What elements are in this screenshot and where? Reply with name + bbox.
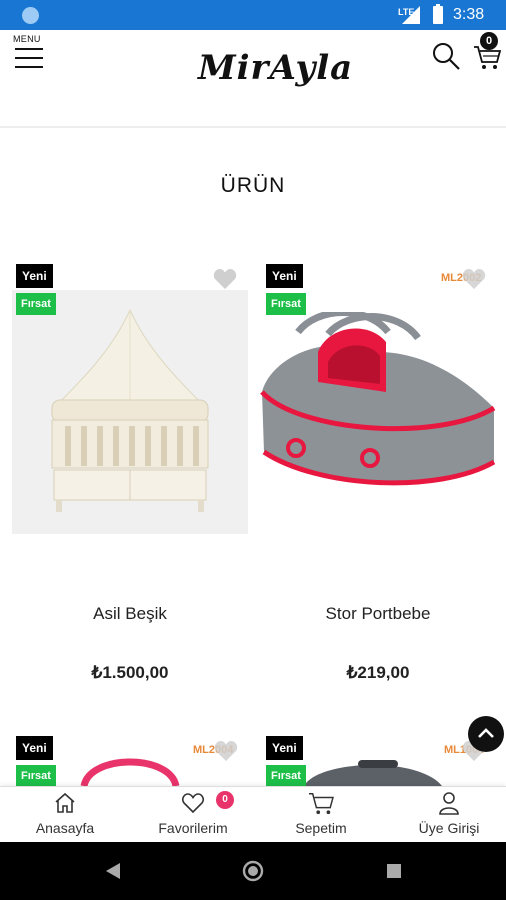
menu-label[interactable]: MENU (13, 34, 41, 44)
user-icon (439, 792, 459, 815)
home-icon (55, 792, 75, 813)
section-title: ÜRÜN (220, 174, 286, 197)
product-price: ₺219,00 (346, 663, 410, 682)
home-button-icon[interactable] (242, 860, 264, 882)
product-card[interactable]: Yeni Fırsat ML1004 (258, 734, 498, 786)
product-name[interactable]: Stor Portbebe (258, 604, 498, 624)
heart-icon[interactable] (213, 268, 237, 290)
nav-home[interactable]: Anasayfa (2, 787, 128, 843)
deal-badge: Fırsat (266, 293, 306, 315)
product-image[interactable] (70, 740, 190, 786)
chevron-up-icon (478, 728, 494, 738)
status-bar: LTE 3:38 (0, 0, 506, 30)
product-image[interactable] (298, 752, 448, 786)
system-navigation-bar (0, 842, 506, 900)
brand-logo[interactable]: MirAyla (198, 48, 353, 88)
nav-home-label: Anasayfa (35, 820, 95, 836)
heart-outline-icon (181, 793, 205, 814)
battery-icon (433, 4, 443, 24)
menu-icon[interactable] (15, 48, 43, 70)
nav-cart-label: Sepetim (295, 820, 347, 836)
new-badge: Yeni (266, 264, 303, 288)
product-image[interactable] (12, 290, 248, 534)
favorites-count-badge: 0 (216, 791, 234, 809)
search-icon[interactable] (432, 42, 460, 70)
new-badge: Yeni (16, 736, 53, 760)
nav-login[interactable]: Üye Girişi (386, 787, 506, 843)
nav-login-label: Üye Girişi (418, 820, 480, 836)
product-card[interactable]: Yeni Fırsat ML2002 Stor Portbebe ₺219,00 (258, 262, 498, 702)
nav-favorites-label: Favorilerim (158, 820, 228, 836)
heart-icon[interactable] (214, 740, 238, 762)
app-header: MENU MirAyla 0 (0, 30, 506, 128)
new-badge: Yeni (16, 264, 53, 288)
notification-icon (22, 7, 39, 24)
scroll-to-top-button[interactable] (468, 716, 504, 752)
crib-image (50, 308, 210, 512)
bottom-navigation: Anasayfa Favorilerim 0 Sepetim Üye Giriş… (0, 786, 506, 842)
recents-icon[interactable] (386, 863, 402, 879)
product-name[interactable]: Asil Beşik (10, 604, 250, 624)
portbebe-image (260, 309, 496, 486)
cart-count-badge: 0 (480, 32, 498, 50)
nav-favorites[interactable]: Favorilerim (130, 787, 256, 843)
back-icon[interactable] (104, 862, 122, 880)
deal-badge: Fırsat (266, 765, 306, 786)
deal-badge: Fırsat (16, 765, 56, 786)
product-price: ₺1.500,00 (91, 663, 169, 682)
product-card[interactable]: Yeni Fırsat Asil Beşik ₺1.500,00 (10, 262, 250, 702)
product-card[interactable]: Yeni Fırsat ML2004 (10, 734, 250, 786)
product-image[interactable] (258, 309, 498, 512)
signal-icon (402, 6, 420, 24)
heart-icon[interactable] (462, 268, 486, 290)
cart-icon (309, 793, 334, 815)
clock: 3:38 (453, 6, 485, 23)
deal-badge: Fırsat (16, 293, 56, 315)
new-badge: Yeni (266, 736, 303, 760)
nav-cart[interactable]: Sepetim (258, 787, 384, 843)
